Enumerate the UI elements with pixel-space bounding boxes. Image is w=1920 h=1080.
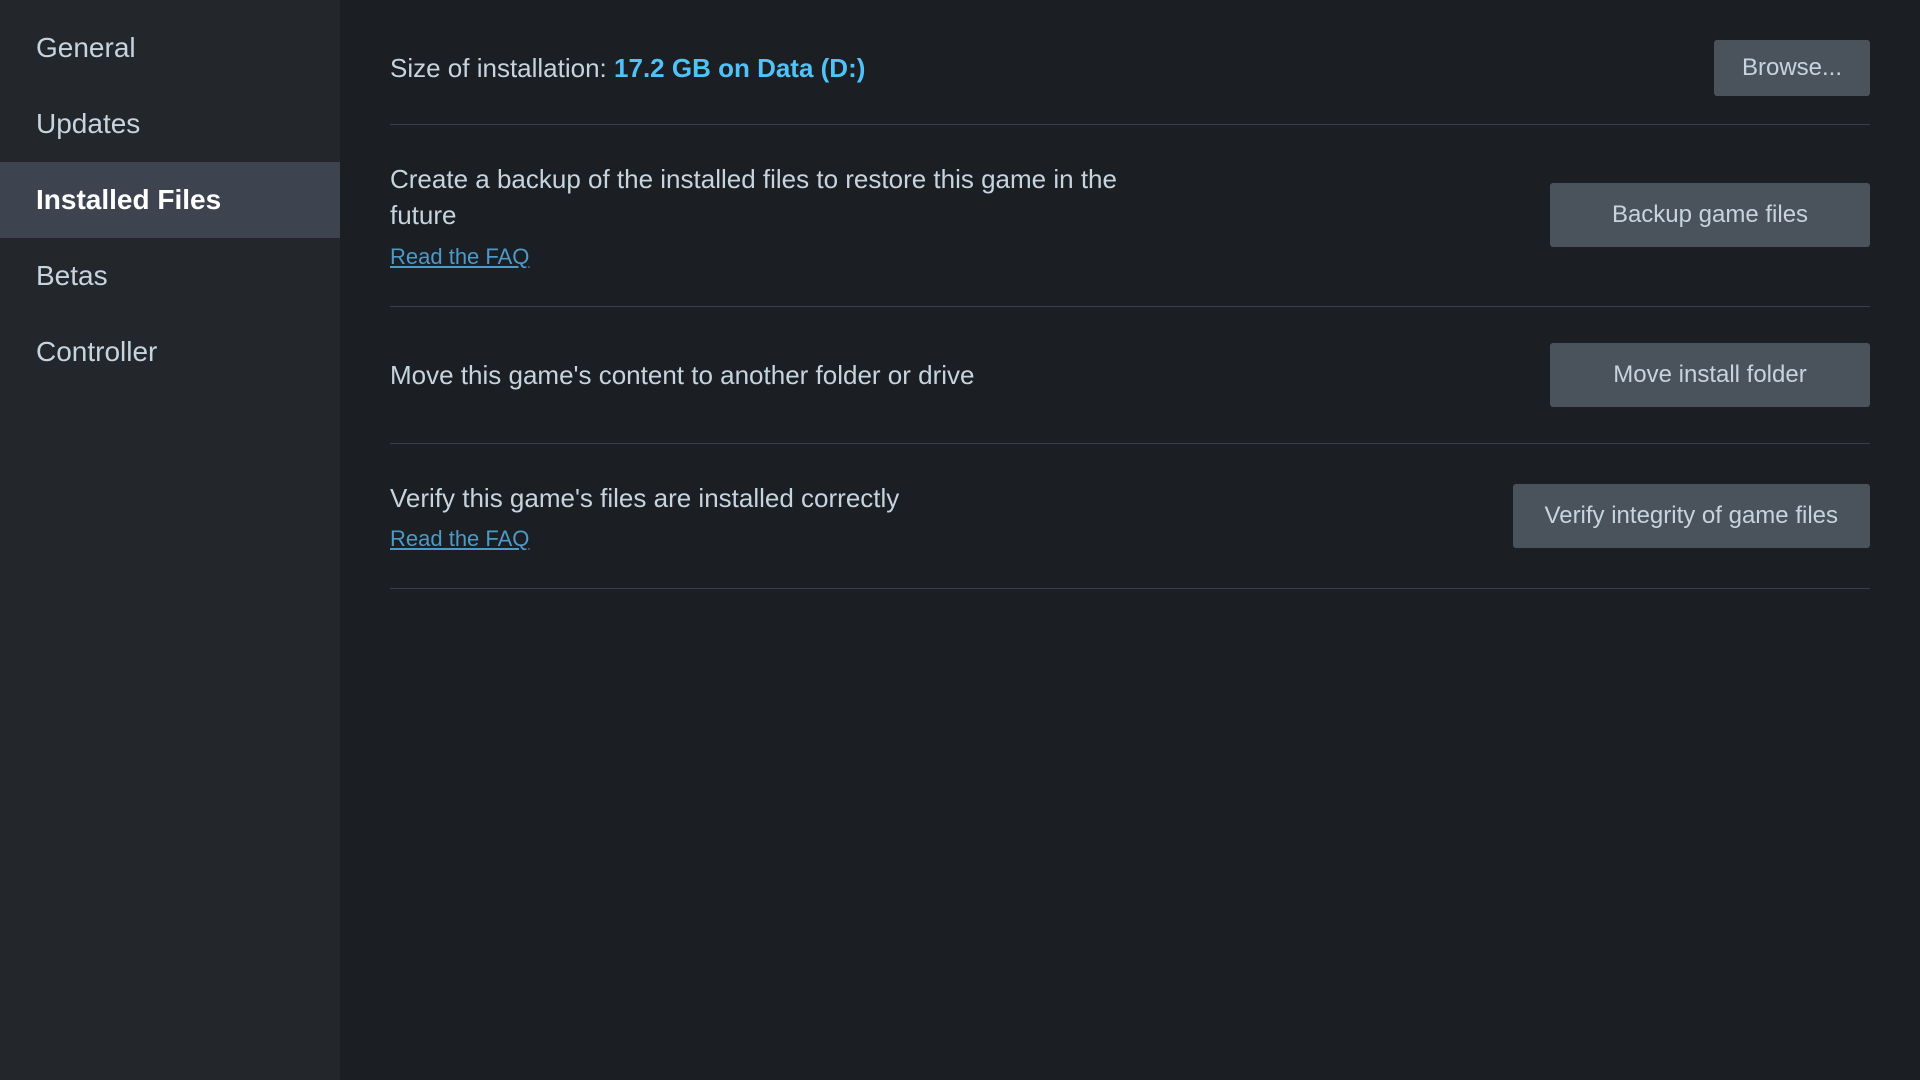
sidebar-item-controller-label: Controller bbox=[36, 336, 157, 367]
move-install-folder-button[interactable]: Move install folder bbox=[1550, 343, 1870, 407]
sidebar-item-controller[interactable]: Controller bbox=[0, 314, 340, 390]
backup-faq-link[interactable]: Read the FAQ bbox=[390, 244, 1190, 270]
sidebar-item-installed-files[interactable]: Installed Files bbox=[0, 162, 340, 238]
sidebar-item-installed-files-label: Installed Files bbox=[36, 184, 221, 215]
sidebar-item-betas-label: Betas bbox=[36, 260, 108, 291]
verify-faq-link[interactable]: Read the FAQ bbox=[390, 526, 899, 552]
verify-section-info: Verify this game's files are installed c… bbox=[390, 480, 899, 552]
sidebar-item-general-label: General bbox=[36, 32, 136, 63]
sidebar-item-updates-label: Updates bbox=[36, 108, 140, 139]
move-section: Move this game's content to another fold… bbox=[390, 307, 1870, 444]
move-section-info: Move this game's content to another fold… bbox=[390, 357, 975, 393]
sidebar: General Updates Installed Files Betas Co… bbox=[0, 0, 340, 1080]
verify-section: Verify this game's files are installed c… bbox=[390, 444, 1870, 589]
sidebar-item-betas[interactable]: Betas bbox=[0, 238, 340, 314]
main-content: Size of installation: 17.2 GB on Data (D… bbox=[340, 0, 1920, 1080]
backup-section-info: Create a backup of the installed files t… bbox=[390, 161, 1190, 270]
backup-game-files-button[interactable]: Backup game files bbox=[1550, 183, 1870, 247]
sidebar-item-updates[interactable]: Updates bbox=[0, 86, 340, 162]
install-size-row: Size of installation: 17.2 GB on Data (D… bbox=[390, 40, 1870, 125]
verify-integrity-button[interactable]: Verify integrity of game files bbox=[1513, 484, 1870, 548]
install-size-text: Size of installation: 17.2 GB on Data (D… bbox=[390, 53, 865, 84]
backup-section: Create a backup of the installed files t… bbox=[390, 125, 1870, 307]
verify-section-title: Verify this game's files are installed c… bbox=[390, 480, 899, 516]
install-size-value: 17.2 GB on Data (D:) bbox=[614, 53, 865, 83]
install-size-label: Size of installation: bbox=[390, 53, 607, 83]
browse-button[interactable]: Browse... bbox=[1714, 40, 1870, 96]
move-section-title: Move this game's content to another fold… bbox=[390, 357, 975, 393]
sidebar-item-general[interactable]: General bbox=[0, 10, 340, 86]
backup-section-title: Create a backup of the installed files t… bbox=[390, 161, 1190, 234]
